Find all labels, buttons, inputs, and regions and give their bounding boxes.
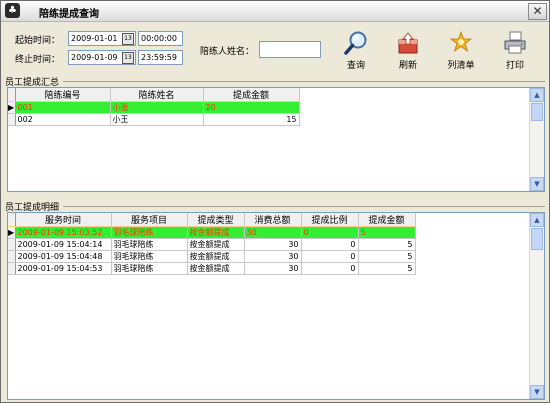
detail-cell[interactable]: 按金额提成 [187, 226, 245, 239]
detail-cell[interactable]: 30 [244, 226, 302, 239]
app-icon: ♣ [5, 3, 20, 18]
print-button[interactable]: 打印 [495, 30, 535, 71]
detail-cell[interactable]: 按金额提成 [187, 250, 245, 263]
query-label: 查询 [346, 61, 365, 71]
detail-table: 服务时间 服务项目 提成类型 消费总额 提成比例 提成金额 ▶ 2009-01-… [8, 213, 416, 275]
detail-cell[interactable]: 按金额提成 [187, 262, 245, 275]
start-date-value: 2009-01-01 [71, 34, 118, 43]
detail-cell[interactable]: 羽毛球陪练 [111, 250, 188, 263]
start-time-field[interactable]: 00:00:00 [138, 31, 183, 46]
detail-grid[interactable]: 服务时间 服务项目 提成类型 消费总额 提成比例 提成金额 ▶ 2009-01-… [7, 212, 545, 400]
detail-cell[interactable]: 0 [301, 238, 359, 251]
scroll-down-icon[interactable]: ▼ [530, 385, 544, 399]
refresh-button[interactable]: 刷新 [388, 30, 428, 71]
detail-cell[interactable]: 0 [301, 250, 359, 263]
detail-cell[interactable]: 羽毛球陪练 [111, 226, 188, 239]
detail-cell[interactable]: 0 [301, 262, 359, 275]
summary-header-row: 陪练编号 陪练姓名 提成金额 [8, 88, 300, 102]
detail-column-header[interactable]: 消费总额 [244, 213, 302, 227]
scroll-thumb[interactable] [531, 103, 543, 121]
summary-column-header[interactable]: 陪练编号 [15, 88, 111, 102]
summary-cell[interactable]: 小王 [110, 113, 204, 126]
magnifier-icon [344, 31, 367, 55]
query-button[interactable]: 查询 [336, 30, 376, 71]
summary-table: 陪练编号 陪练姓名 提成金额 ▶ 001 小张 20 002 小王 15 [8, 88, 300, 126]
detail-cell[interactable]: 30 [244, 238, 302, 251]
row-indicator-header [8, 213, 16, 227]
detail-cell[interactable]: 按金额提成 [187, 238, 245, 251]
refresh-label: 刷新 [398, 61, 417, 71]
trainer-name-label: 陪练人姓名： [200, 47, 255, 57]
trainer-name-input[interactable] [259, 41, 321, 58]
detail-cell[interactable]: 2009-01-09 15:04:53 [15, 262, 112, 275]
summary-cell[interactable]: 001 [15, 101, 111, 114]
detail-cell[interactable]: 2009-01-09 15:04:14 [15, 238, 112, 251]
end-time-label: 终止时间： [15, 55, 61, 65]
detail-column-header[interactable]: 提成金额 [358, 213, 416, 227]
detail-column-header[interactable]: 提成类型 [187, 213, 245, 227]
detail-row[interactable]: 2009-01-09 15:04:48 羽毛球陪练 按金额提成 30 0 5 [8, 250, 416, 263]
row-pointer-icon: ▶ [8, 226, 16, 239]
detail-row[interactable]: 2009-01-09 15:04:53 羽毛球陪练 按金额提成 30 0 5 [8, 262, 416, 275]
list-detail-button[interactable]: 列清单 [441, 30, 481, 71]
detail-row[interactable]: ▶ 2009-01-09 15:03:52 羽毛球陪练 按金额提成 30 0 5 [8, 226, 416, 239]
row-indicator [8, 262, 16, 275]
end-calendar-button[interactable]: 13 [122, 52, 134, 64]
detail-row[interactable]: 2009-01-09 15:04:14 羽毛球陪练 按金额提成 30 0 5 [8, 238, 416, 251]
detail-cell[interactable]: 2009-01-09 15:03:52 [15, 226, 112, 239]
start-time-label: 起始时间： [15, 36, 61, 46]
print-label: 打印 [505, 61, 524, 71]
row-indicator [8, 113, 16, 126]
summary-cell[interactable]: 20 [203, 101, 300, 114]
detail-cell[interactable]: 30 [244, 250, 302, 263]
end-date-value: 2009-01-09 [71, 53, 118, 62]
scroll-up-icon[interactable]: ▲ [530, 88, 544, 102]
end-time-value: 23:59:59 [141, 53, 177, 62]
start-calendar-button[interactable]: 13 [122, 33, 134, 45]
detail-column-header[interactable]: 服务时间 [15, 213, 112, 227]
end-time-field[interactable]: 23:59:59 [138, 50, 183, 65]
summary-column-header[interactable]: 陪练姓名 [110, 88, 204, 102]
detail-cell[interactable]: 30 [244, 262, 302, 275]
detail-column-header[interactable]: 提成比例 [301, 213, 359, 227]
row-indicator-header [8, 88, 16, 102]
detail-cell[interactable]: 5 [358, 262, 416, 275]
detail-cell[interactable]: 5 [358, 250, 416, 263]
detail-cell[interactable]: 2009-01-09 15:04:48 [15, 250, 112, 263]
detail-cell[interactable]: 5 [358, 238, 416, 251]
detail-cell[interactable]: 5 [358, 226, 416, 239]
detail-header-row: 服务时间 服务项目 提成类型 消费总额 提成比例 提成金额 [8, 213, 416, 227]
summary-cell[interactable]: 15 [203, 113, 300, 126]
summary-divider [63, 81, 545, 82]
scroll-down-icon[interactable]: ▼ [530, 177, 544, 191]
row-indicator [8, 250, 16, 263]
window-title: 陪练提成查询 [39, 9, 99, 20]
report-window: ♣ 陪练提成查询 ✕ 起始时间： 2009-01-01 13 00:00:00 … [0, 0, 550, 403]
detail-column-header[interactable]: 服务项目 [111, 213, 188, 227]
printer-icon [504, 31, 526, 54]
list-detail-label: 列清单 [447, 61, 475, 71]
summary-row[interactable]: ▶ 001 小张 20 [8, 101, 300, 114]
start-time-value: 00:00:00 [141, 34, 177, 43]
detail-scrollbar[interactable]: ▲ ▼ [529, 213, 544, 399]
row-indicator [8, 238, 16, 251]
summary-column-header[interactable]: 提成金额 [203, 88, 300, 102]
detail-cell[interactable]: 羽毛球陪练 [111, 262, 188, 275]
summary-cell[interactable]: 002 [15, 113, 111, 126]
scroll-thumb[interactable] [531, 228, 543, 250]
title-bar[interactable]: ♣ 陪练提成查询 ✕ [1, 1, 549, 22]
summary-row[interactable]: 002 小王 15 [8, 113, 300, 126]
detail-cell[interactable]: 羽毛球陪练 [111, 238, 188, 251]
detail-cell[interactable]: 0 [301, 226, 359, 239]
detail-divider [63, 206, 545, 207]
scroll-up-icon[interactable]: ▲ [530, 213, 544, 227]
sparkle-list-icon [449, 30, 473, 53]
close-button[interactable]: ✕ [528, 3, 547, 20]
summary-cell[interactable]: 小张 [110, 101, 204, 114]
summary-scrollbar[interactable]: ▲ ▼ [529, 88, 544, 191]
row-pointer-icon: ▶ [8, 101, 16, 114]
refresh-icon [398, 32, 418, 54]
summary-grid[interactable]: 陪练编号 陪练姓名 提成金额 ▶ 001 小张 20 002 小王 15 ▲ ▼ [7, 87, 545, 192]
